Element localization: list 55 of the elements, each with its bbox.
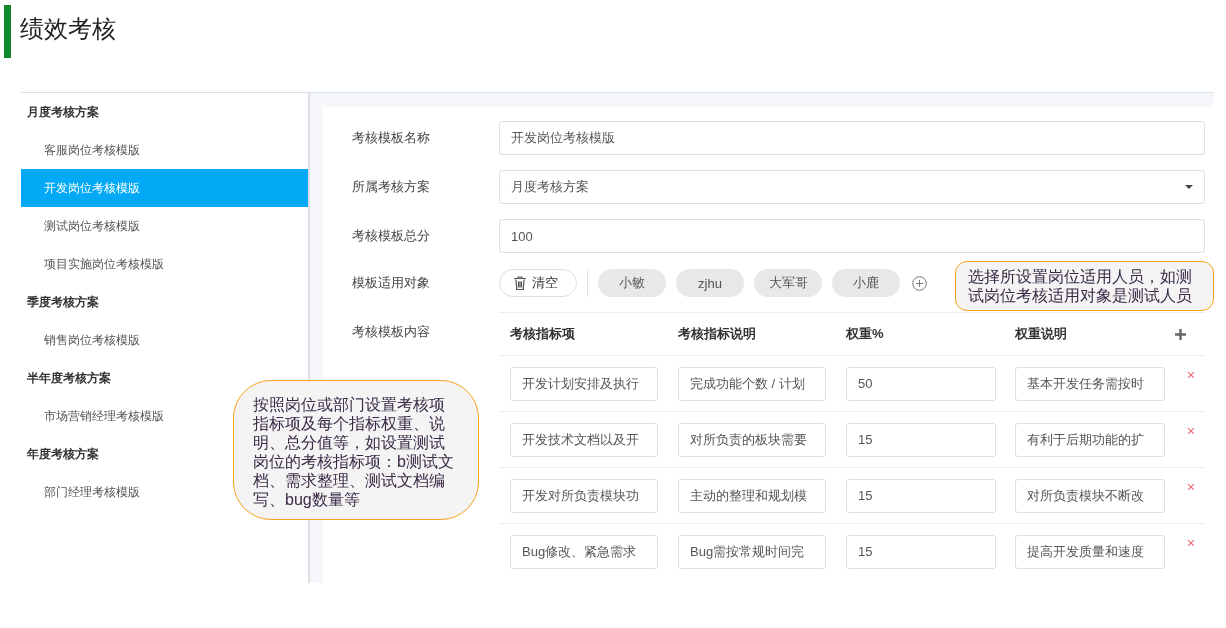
field-label: 所属考核方案 — [352, 178, 431, 196]
add-icon[interactable] — [1175, 328, 1186, 340]
table-input[interactable]: 开发对所负责模块功 — [510, 478, 658, 513]
sidebar-item[interactable]: 部门经理考核模版 — [21, 473, 144, 511]
table-input[interactable]: 15 — [846, 478, 996, 513]
group-heading: 半年度考核方案 — [26, 370, 112, 387]
accent-bar — [4, 5, 11, 58]
table-input[interactable]: 有利于后期功能的扩 — [1015, 422, 1165, 457]
close-icon[interactable] — [1188, 428, 1194, 434]
table-input[interactable]: Bug修改、紧急需求 — [510, 534, 658, 569]
close-icon[interactable] — [1188, 372, 1194, 378]
sidebar-item[interactable]: 销售岗位考核模版 — [21, 321, 144, 359]
column-header: 权重% — [846, 325, 884, 343]
select-field[interactable]: 月度考核方案 — [499, 170, 1205, 204]
field-label: 考核模板内容 — [352, 323, 431, 341]
field-label: 考核模板名称 — [352, 129, 431, 147]
page-title: 绩效考核 — [20, 14, 116, 44]
column-header: 考核指标说明 — [678, 325, 756, 343]
annotation-tooltip: 按照岗位或部门设置考核项指标项及每个指标权重、说明、总分值等，如设置测试岗位的考核指标项：b测试文档、需求整理、测试文档编写、bug数量等 — [233, 380, 479, 520]
table-input[interactable]: 完成功能个数 / 计划 — [678, 366, 826, 401]
sidebar-item[interactable]: 客服岗位考核模版 — [21, 131, 144, 169]
column-header: 考核指标项 — [510, 325, 575, 343]
close-icon[interactable] — [1188, 484, 1194, 490]
group-heading: 月度考核方案 — [26, 104, 100, 121]
table-input[interactable]: 基本开发任务需按时 — [1015, 366, 1165, 401]
trash-icon — [514, 276, 526, 290]
person-tag[interactable]: zjhu — [676, 269, 744, 297]
table-input[interactable]: 50 — [846, 366, 996, 401]
table-input[interactable]: 15 — [846, 534, 996, 569]
input-field[interactable]: 100 — [499, 219, 1205, 253]
field-label: 模板适用对象 — [352, 273, 431, 292]
field-label: 考核模板总分 — [352, 227, 431, 245]
column-header: 权重说明 — [1015, 325, 1067, 343]
sidebar-item[interactable]: 测试岗位考核模版 — [21, 207, 144, 245]
sidebar-item[interactable]: 项目实施岗位考核模版 — [21, 245, 168, 283]
table-input[interactable]: 提高开发质量和速度 — [1015, 534, 1165, 569]
person-tag[interactable]: 小敏 — [598, 269, 666, 297]
table-input[interactable]: 对所负责模块不断改 — [1015, 478, 1165, 513]
table-input[interactable]: 对所负责的板块需要 — [678, 422, 826, 457]
group-heading: 年度考核方案 — [26, 446, 100, 463]
caret-icon — [1185, 185, 1193, 189]
add-circle-icon[interactable] — [912, 275, 927, 291]
table-input[interactable]: 主动的整理和规划模 — [678, 478, 826, 513]
sidebar-item[interactable]: 市场营销经理考核模版 — [21, 397, 168, 435]
group-heading: 季度考核方案 — [26, 294, 100, 311]
annotation-tooltip: 选择所设置岗位适用人员，如测试岗位考核适用对象是测试人员 — [955, 261, 1214, 311]
table-input[interactable]: 开发技术文档以及开 — [510, 422, 658, 457]
person-tag[interactable]: 小鹿 — [832, 269, 900, 297]
close-icon[interactable] — [1188, 540, 1194, 546]
input-field[interactable]: 开发岗位考核模版 — [499, 121, 1205, 155]
table-input[interactable]: 开发计划安排及执行 — [510, 366, 658, 401]
person-tag[interactable]: 大军哥 — [754, 269, 822, 297]
table-input[interactable]: 15 — [846, 422, 996, 457]
table-input[interactable]: Bug需按常规时间完 — [678, 534, 826, 569]
clear-button[interactable]: 清空 — [499, 269, 577, 297]
